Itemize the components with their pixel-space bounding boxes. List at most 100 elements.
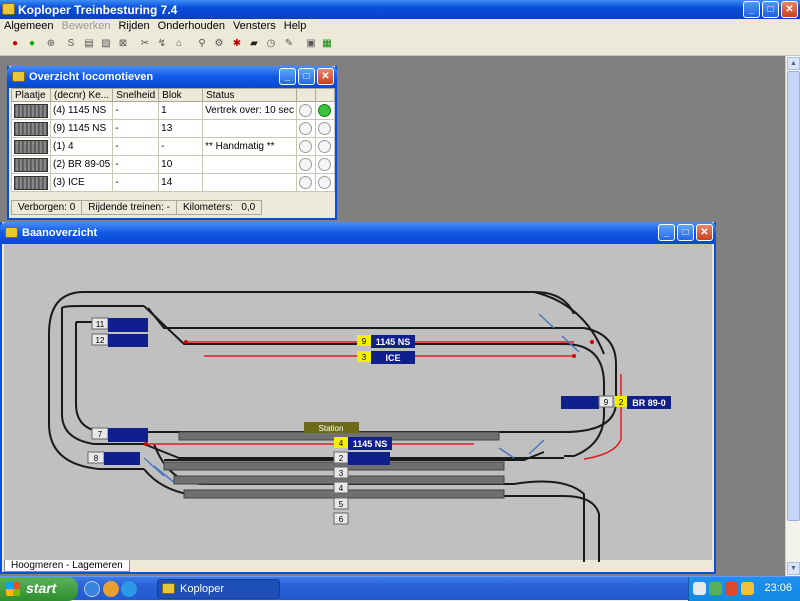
scroll-up-icon[interactable]: ▲ [787, 57, 800, 70]
loco-close-button[interactable]: ✕ [317, 68, 334, 85]
signal-red-icon[interactable]: ● [8, 37, 22, 51]
menu-help[interactable]: Help [280, 19, 311, 34]
block-number: 5 [339, 500, 344, 509]
block-rect[interactable] [108, 428, 148, 442]
tray-security-icon[interactable] [725, 582, 738, 595]
baan-window-titlebar[interactable]: Baanoverzicht _ □ ✕ [0, 222, 716, 244]
train-label: ICE [385, 353, 400, 363]
table-row[interactable]: (4) 1145 NS - 1 Vertrek over: 10 sec [11, 101, 336, 120]
vertical-scrollbar[interactable]: ▲ ▼ [785, 56, 800, 576]
table-row[interactable]: (3) ICE - 14 [11, 173, 336, 192]
loco-statusbar: Verborgen: 0 Rijdende treinen: - Kilomet… [11, 200, 263, 216]
loco-maximize-button[interactable]: □ [298, 68, 315, 85]
shape-icon[interactable]: ⌂ [172, 37, 186, 51]
loco-status [202, 155, 297, 174]
track-layout-area[interactable]: Station 11 12 7 8 9 2 BR 89-0 9 1145 NS … [4, 244, 714, 562]
table-icon[interactable]: ▤ [82, 37, 96, 51]
koploper-icon [162, 583, 175, 594]
tray-network-icon[interactable] [709, 582, 722, 595]
signal-dot[interactable] [590, 340, 594, 344]
block-rect[interactable] [104, 452, 140, 465]
table-row[interactable]: (1) 4 - - ** Handmatig ** [11, 137, 336, 156]
indicator-circle[interactable] [299, 122, 312, 135]
scroll-thumb[interactable] [787, 71, 800, 521]
baan-maximize-button[interactable]: □ [677, 224, 694, 241]
table-row[interactable]: (2) BR 89-05 - 10 [11, 155, 336, 174]
route-icon[interactable]: ⚲ [195, 37, 209, 51]
menu-vensters[interactable]: Vensters [229, 19, 280, 34]
media-icon[interactable] [103, 581, 119, 597]
signal-green-icon[interactable]: ● [25, 37, 39, 51]
block-rect[interactable] [108, 334, 148, 347]
block-rect[interactable] [561, 396, 599, 409]
indicator-circle[interactable] [317, 176, 331, 189]
scroll-down-icon[interactable]: ▼ [787, 562, 800, 575]
clock-icon[interactable]: ◷ [264, 37, 278, 51]
block-number: 6 [339, 515, 344, 524]
col-status[interactable]: Status [202, 88, 297, 102]
signal-dot[interactable] [572, 354, 576, 358]
edit-icon[interactable]: ▨ [99, 37, 113, 51]
cut-icon[interactable]: ✂ [138, 37, 152, 51]
loco-window-titlebar[interactable]: Overzicht locomotieven _ □ ✕ [7, 66, 337, 88]
track-layout[interactable]: Station 11 12 7 8 9 2 BR 89-0 9 1145 NS … [4, 244, 714, 562]
export-icon[interactable]: ▦ [320, 37, 334, 51]
col-plaatje[interactable]: Plaatje [11, 88, 51, 102]
loco-number: 9 [362, 337, 367, 346]
train-icon[interactable]: ▰ [247, 37, 261, 51]
menubar: Algemeen Bewerken Rijden Onderhouden Ven… [0, 19, 800, 34]
col-speed[interactable]: Snelheid [112, 88, 160, 102]
menu-onderhouden[interactable]: Onderhouden [154, 19, 229, 34]
pin-icon[interactable]: ⊕ [44, 37, 58, 51]
loco-image [14, 121, 48, 136]
print-icon[interactable]: ▣ [304, 37, 318, 51]
ie-icon[interactable] [84, 581, 100, 597]
explorer-icon[interactable] [121, 581, 137, 597]
loco-speed: - [112, 173, 160, 192]
tray-info-icon[interactable] [693, 582, 706, 595]
indicator-active-circle[interactable] [317, 104, 331, 117]
close-button[interactable]: ✕ [781, 1, 798, 18]
col-name[interactable]: (decnr) Ke... [49, 88, 114, 102]
indicator-circle[interactable] [299, 104, 312, 117]
tab-hoogmeren-lagemeren[interactable]: Hoogmeren - Lagemeren [4, 560, 130, 572]
menu-rijden[interactable]: Rijden [114, 19, 153, 34]
col-ind2 [314, 88, 336, 102]
indicator-circle[interactable] [299, 140, 312, 153]
brush-icon[interactable]: ↯ [155, 37, 169, 51]
gear-icon[interactable]: ⚙ [212, 37, 226, 51]
loco-table-header: Plaatje (decnr) Ke... Snelheid Blok Stat… [11, 88, 336, 102]
tools-icon[interactable]: ✎ [282, 37, 296, 51]
indicator-circle[interactable] [299, 176, 312, 189]
indicator-circle[interactable] [317, 158, 331, 171]
indicator-circle[interactable] [299, 158, 312, 171]
loco-minimize-button[interactable]: _ [279, 68, 296, 85]
baan-minimize-button[interactable]: _ [658, 224, 675, 241]
table-row[interactable]: (9) 1145 NS - 13 [11, 119, 336, 138]
loco-block: 1 [158, 101, 204, 120]
baan-close-button[interactable]: ✕ [696, 224, 713, 241]
app-title: Koploper Treinbesturing 7.4 [18, 3, 178, 17]
stop-icon[interactable]: ✱ [230, 37, 244, 51]
indicator-circle[interactable] [317, 140, 331, 153]
block-rect[interactable] [348, 452, 390, 465]
minimize-button[interactable]: _ [743, 1, 760, 18]
dollar-icon[interactable]: S [64, 37, 78, 51]
maximize-button[interactable]: □ [762, 1, 779, 18]
track-segment [147, 307, 584, 329]
menu-bewerken[interactable]: Bewerken [58, 19, 115, 34]
menu-algemeen[interactable]: Algemeen [0, 19, 58, 34]
signal-dot[interactable] [144, 442, 148, 446]
signal-dot[interactable] [184, 340, 188, 344]
taskbar-item-koploper[interactable]: Koploper [157, 579, 280, 599]
block-number: 3 [339, 469, 344, 478]
block-rect[interactable] [108, 318, 148, 332]
tray-volume-icon[interactable] [741, 582, 754, 595]
delete-icon[interactable]: ⊠ [116, 37, 130, 51]
loco-image [14, 157, 48, 172]
loco-name: (9) 1145 NS [49, 119, 114, 138]
col-block[interactable]: Blok [158, 88, 204, 102]
status-hidden: Verborgen: 0 [11, 200, 82, 215]
indicator-circle[interactable] [317, 122, 331, 135]
start-button[interactable]: start [0, 577, 78, 601]
